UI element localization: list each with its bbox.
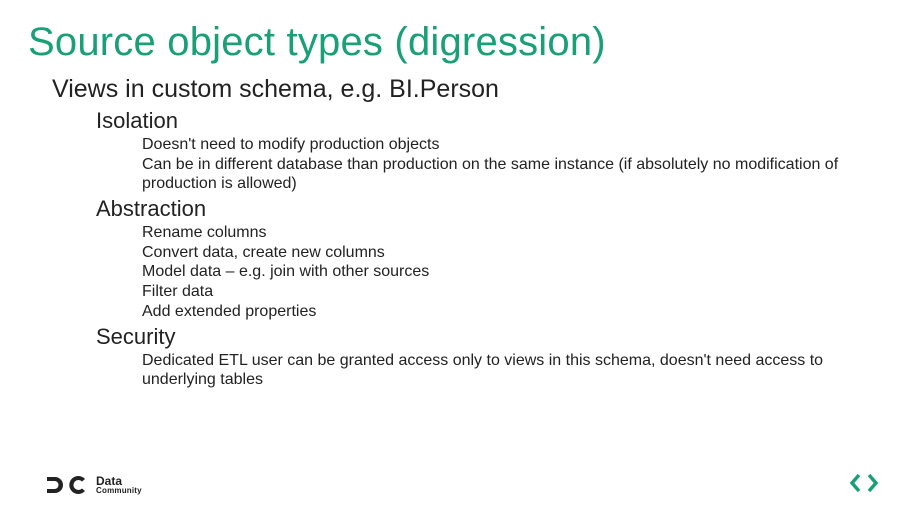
slide: Source object types (digression) Views i… — [0, 0, 907, 510]
heading-abstraction: Abstraction — [96, 196, 867, 222]
dc-logo-icon — [46, 474, 88, 496]
text-abstraction-3: Model data – e.g. join with other source… — [142, 263, 867, 282]
heading-views: Views in custom schema, e.g. BI.Person — [52, 75, 867, 104]
slide-title: Source object types (digression) — [28, 20, 907, 65]
footer: Data Community — [46, 474, 142, 496]
text-security-1: Dedicated ETL user can be granted access… — [142, 352, 867, 390]
code-brackets-icon — [849, 472, 879, 494]
text-abstraction-4: Filter data — [142, 283, 867, 302]
heading-security: Security — [96, 324, 867, 350]
footer-line2: Community — [96, 487, 142, 495]
text-abstraction-5: Add extended properties — [142, 303, 867, 322]
text-isolation-1: Doesn't need to modify production object… — [142, 136, 867, 155]
text-abstraction-1: Rename columns — [142, 224, 867, 243]
footer-text: Data Community — [96, 475, 142, 495]
text-abstraction-2: Convert data, create new columns — [142, 244, 867, 263]
heading-isolation: Isolation — [96, 108, 867, 134]
text-isolation-2: Can be in different database than produc… — [142, 156, 867, 194]
slide-body: Views in custom schema, e.g. BI.Person I… — [52, 75, 867, 390]
